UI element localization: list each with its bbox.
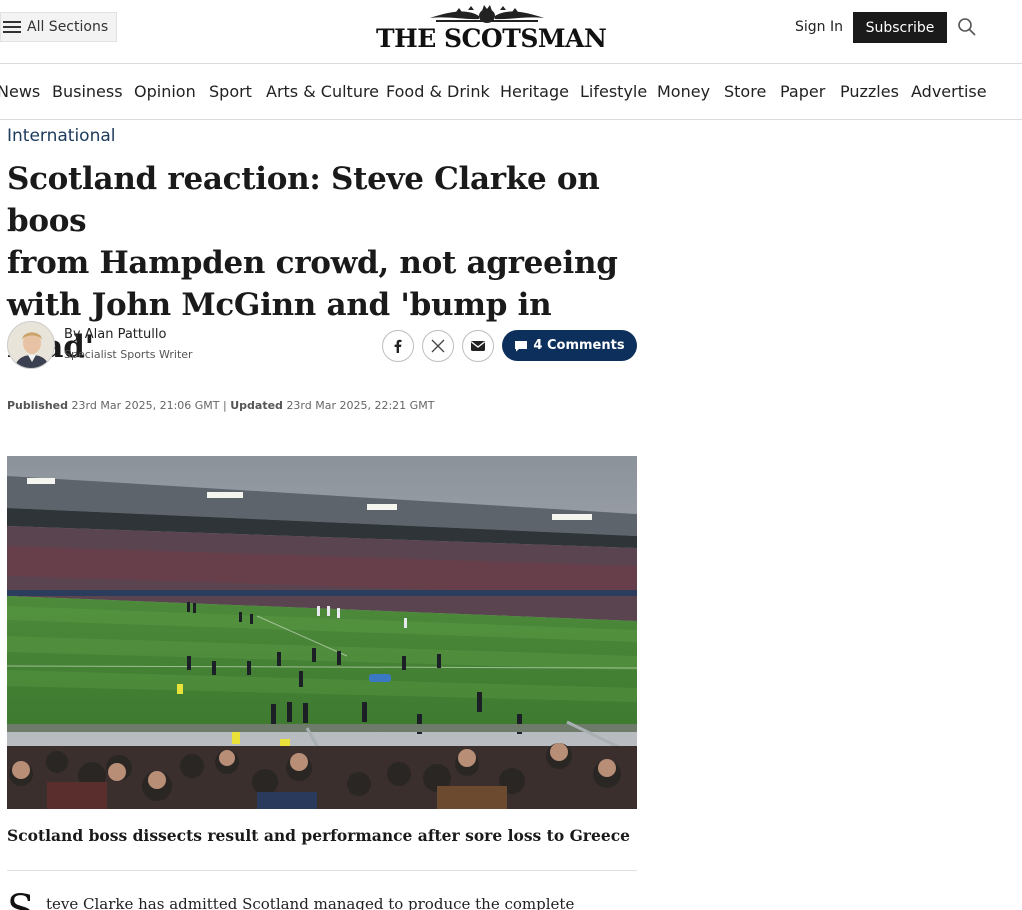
all-sections-label: All Sections [27, 19, 109, 35]
author-avatar[interactable] [7, 321, 55, 369]
nav-item-heritage[interactable]: Heritage [500, 82, 569, 101]
main-nav: News Business Opinion Sport Arts & Cultu… [0, 65, 1022, 120]
email-icon [471, 341, 485, 351]
headline-line: from Hampden crowd, not agreeing [7, 245, 618, 281]
hero-image [7, 456, 637, 809]
nav-item-puzzles[interactable]: Puzzles [840, 82, 899, 101]
hamburger-icon [3, 20, 23, 34]
nav-item-opinion[interactable]: Opinion [134, 82, 196, 101]
email-share-button[interactable] [462, 330, 494, 362]
comments-count: 4 Comments [533, 338, 625, 353]
content-divider [7, 870, 637, 871]
x-share-button[interactable] [422, 330, 454, 362]
site-logo[interactable]: THE SCOTSMAN [376, 4, 607, 56]
nav-item-food-drink[interactable]: Food & Drink [386, 82, 490, 101]
masthead-wordmark: THE SCOTSMAN [376, 24, 607, 53]
article-dates: Published 23rd Mar 2025, 21:06 GMT | Upd… [7, 399, 434, 412]
comment-icon [515, 340, 528, 351]
article-lede: teve Clarke has admitted Scotland manage… [46, 895, 575, 910]
comments-button[interactable]: 4 Comments [502, 330, 637, 361]
updated-label: Updated [230, 399, 283, 412]
x-icon [431, 339, 445, 353]
all-sections-button[interactable]: All Sections [0, 12, 118, 42]
facebook-icon [394, 339, 402, 353]
published-date: 23rd Mar 2025, 21:06 GMT [71, 399, 220, 412]
facebook-share-button[interactable] [382, 330, 414, 362]
nav-item-paper[interactable]: Paper [780, 82, 825, 101]
nav-item-lifestyle[interactable]: Lifestyle [580, 82, 647, 101]
nav-item-money[interactable]: Money [657, 82, 710, 101]
headline-line: Scotland reaction: Steve Clarke on boos [7, 161, 600, 239]
nav-item-advertise[interactable]: Advertise [911, 82, 987, 101]
author-name[interactable]: By Alan Pattullo [64, 327, 166, 342]
search-icon[interactable] [957, 17, 977, 37]
thistle-crest-icon [430, 5, 544, 23]
author-role: Specialist Sports Writer [64, 348, 193, 361]
nav-item-store[interactable]: Store [724, 82, 766, 101]
date-separator: | [223, 399, 227, 412]
nav-item-sport[interactable]: Sport [209, 82, 252, 101]
subscribe-button[interactable]: Subscribe [853, 12, 947, 43]
nav-item-business[interactable]: Business [52, 82, 123, 101]
nav-item-news[interactable]: News [0, 82, 40, 101]
updated-date: 23rd Mar 2025, 22:21 GMT [286, 399, 435, 412]
image-caption: Scotland boss dissects result and perfor… [7, 826, 630, 845]
nav-item-arts-culture[interactable]: Arts & Culture [266, 82, 379, 101]
section-link[interactable]: International [7, 126, 116, 146]
lede-dropcap: S [7, 887, 35, 910]
sign-in-link[interactable]: Sign In [795, 19, 843, 35]
site-header: All Sections THE SCOTSMAN Sign In Subscr… [0, 0, 1022, 64]
published-label: Published [7, 399, 69, 412]
